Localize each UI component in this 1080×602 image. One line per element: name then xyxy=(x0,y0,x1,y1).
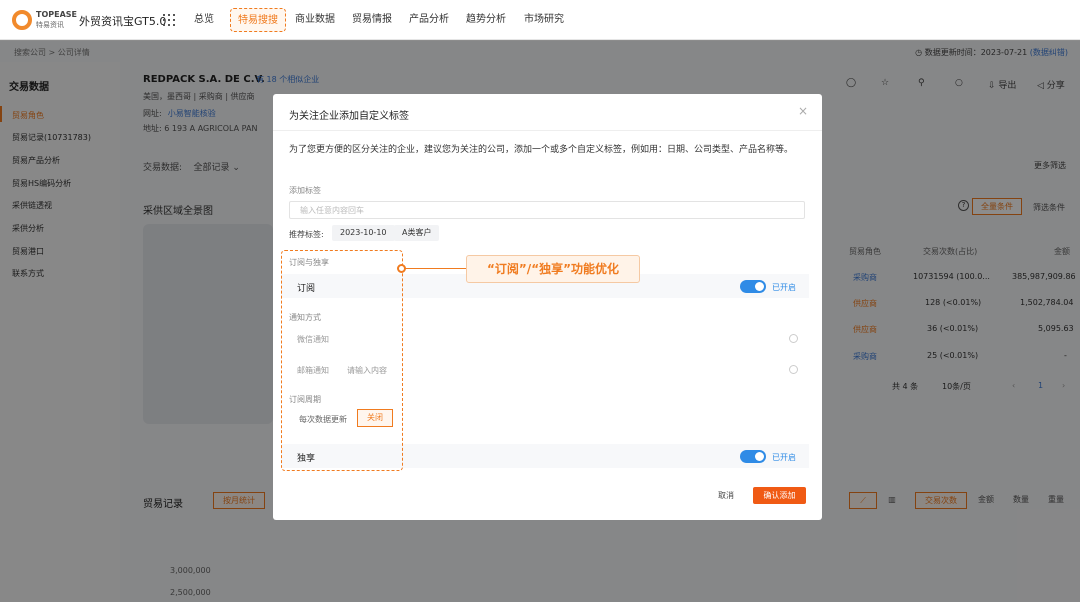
app-title: 外贸资讯宝GT5.0 xyxy=(79,15,167,28)
nav-market-research[interactable]: 市场研究 xyxy=(517,8,571,32)
apps-grid-icon[interactable] xyxy=(163,14,175,26)
modal-title: 为关注企业添加自定义标签 xyxy=(289,111,409,122)
logo-subtext: 特易资讯 xyxy=(36,21,64,29)
wechat-radio[interactable] xyxy=(789,334,798,343)
top-nav: TOPEASE 特易资讯 外贸资讯宝GT5.0 总览 特易搜搜 商业数据 贸易情… xyxy=(0,0,1080,40)
subscribe-status: 已开启 xyxy=(772,283,796,292)
nav-search[interactable]: 特易搜搜 xyxy=(230,8,286,32)
callout-dot xyxy=(397,264,406,273)
exclusive-status: 已开启 xyxy=(772,453,796,462)
nav-overview[interactable]: 总览 xyxy=(187,8,221,32)
divider xyxy=(273,130,822,131)
confirm-add-button[interactable]: 确认添加 xyxy=(753,487,806,504)
nav-trade-intel[interactable]: 贸易情报 xyxy=(345,8,399,32)
add-tag-label: 添加标签 xyxy=(289,186,321,195)
recommended-tag[interactable]: A类客户 xyxy=(394,225,440,241)
tag-input[interactable]: 输入任意内容回车 xyxy=(289,201,805,219)
recommended-tags-label: 推荐标签: xyxy=(289,230,324,239)
logo-text: TOPEASE xyxy=(36,10,78,19)
email-radio[interactable] xyxy=(789,365,798,374)
logo-icon[interactable] xyxy=(12,10,32,30)
callout-label: “订阅”/“独享”功能优化 xyxy=(466,255,640,283)
nav-product-analysis[interactable]: 产品分析 xyxy=(402,8,456,32)
modal-description: 为了您更方便的区分关注的企业，建议您为关注的公司，添加一个或多个自定义标签，例如… xyxy=(289,145,794,155)
subscribe-toggle[interactable] xyxy=(740,280,766,293)
cancel-button[interactable]: 取消 xyxy=(710,487,742,504)
recommended-tag[interactable]: 2023-10-10 xyxy=(332,225,395,241)
callout-line xyxy=(401,268,467,269)
highlight-box xyxy=(281,250,403,471)
nav-business-data[interactable]: 商业数据 xyxy=(288,8,342,32)
nav-trend-analysis[interactable]: 趋势分析 xyxy=(459,8,513,32)
close-icon[interactable]: × xyxy=(798,104,808,118)
exclusive-toggle[interactable] xyxy=(740,450,766,463)
